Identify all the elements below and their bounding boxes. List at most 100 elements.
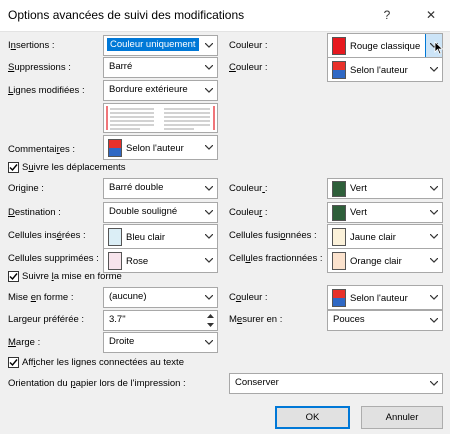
cellules-fusionnees-value: Jaune clair [350, 232, 396, 243]
color-swatch [332, 37, 346, 55]
mise-en-forme-value: (aucune) [109, 291, 147, 302]
insertions-color-dropdown[interactable]: Rouge classique [327, 33, 443, 58]
suppressions-dropdown[interactable]: Barré [103, 57, 218, 78]
help-icon[interactable]: ? [376, 5, 398, 25]
commentaires-value: Selon l'auteur [126, 143, 184, 154]
orientation-dropdown[interactable]: Conserver [229, 373, 443, 394]
cancel-button[interactable]: Annuler [361, 406, 443, 429]
chevron-down-icon [201, 58, 217, 77]
orientation-label: Orientation du papier lors de l'impressi… [8, 378, 186, 389]
lignes-dropdown[interactable]: Bordure extérieure [103, 80, 218, 101]
origine-label: Origine : [8, 183, 44, 194]
marge-value: Droite [109, 336, 135, 347]
destination-dropdown[interactable]: Double souligné [103, 202, 218, 223]
afficher-lignes-checkbox[interactable] [8, 357, 19, 368]
cellules-fractionnees-value: Orange clair [350, 256, 402, 267]
chevron-down-icon [426, 311, 442, 330]
close-icon[interactable]: ✕ [420, 5, 442, 25]
mise-en-forme-color-dropdown[interactable]: Selon l'auteur [327, 285, 443, 310]
cellules-inserees-label: Cellules insérées : [8, 230, 86, 241]
mise-en-forme-label: Mise en forme : [8, 292, 74, 303]
cellules-fusionnees-dropdown[interactable]: Jaune clair [327, 224, 443, 249]
insertions-color-label: Couleur : [229, 40, 268, 51]
cellules-inserees-value: Bleu clair [126, 232, 166, 243]
chevron-down-icon [201, 333, 217, 352]
color-swatch [332, 252, 346, 270]
commentaires-label: Commentaires : [8, 144, 76, 155]
chevron-down-icon [201, 288, 217, 307]
mise-en-forme-color-value: Selon l'auteur [350, 293, 408, 304]
cellules-supprimees-dropdown[interactable]: Rose [103, 248, 218, 273]
destination-color-dropdown[interactable]: Vert [327, 202, 443, 223]
insertions-label: Insertions : [8, 40, 55, 51]
mesurer-value: Pouces [333, 314, 365, 325]
color-swatch [108, 228, 122, 246]
ok-button[interactable]: OK [275, 406, 350, 429]
origine-value: Barré double [109, 182, 164, 193]
mesurer-dropdown[interactable]: Pouces [327, 310, 443, 331]
chevron-down-icon [201, 179, 217, 198]
chevron-down-icon [426, 374, 442, 393]
suppressions-value: Barré [109, 61, 133, 72]
insertions-value: Couleur uniquement [107, 38, 199, 51]
color-swatch [332, 205, 346, 221]
cellules-inserees-dropdown[interactable]: Bleu clair [103, 224, 218, 249]
color-swatch [332, 181, 346, 197]
chevron-down-icon [426, 58, 442, 81]
lignes-preview [103, 103, 218, 133]
chevron-down-icon [426, 249, 442, 272]
mesurer-label: Mesurer en : [229, 314, 283, 325]
marge-label: Marge : [8, 337, 41, 348]
chevron-down-icon [201, 203, 217, 222]
lignes-label: Lignes modifiées : [8, 85, 85, 96]
chevron-down-icon [426, 203, 442, 222]
suivre-mise-en-forme-checkbox[interactable] [8, 271, 19, 282]
mise-en-forme-dropdown[interactable]: (aucune) [103, 287, 218, 308]
cellules-fractionnees-dropdown[interactable]: Orange clair [327, 248, 443, 273]
destination-value: Double souligné [109, 206, 178, 217]
dialog-title: Options avancées de suivi des modificati… [8, 8, 245, 22]
chevron-down-icon [201, 36, 217, 55]
origine-dropdown[interactable]: Barré double [103, 178, 218, 199]
checkmark-icon [9, 359, 18, 367]
insertions-dropdown[interactable]: Couleur uniquement [103, 35, 218, 56]
destination-color-label: Couleur : [229, 207, 268, 218]
chevron-down-icon [426, 225, 442, 248]
color-swatch [108, 139, 122, 157]
suppressions-color-value: Selon l'auteur [350, 65, 408, 76]
marge-dropdown[interactable]: Droite [103, 332, 218, 353]
suivre-mise-en-forme-label[interactable]: Suivre la mise en forme [22, 271, 122, 282]
checkmark-icon [9, 273, 18, 281]
afficher-lignes-label[interactable]: Afficher les lignes connectées au texte [22, 357, 184, 368]
chevron-down-icon [201, 225, 217, 248]
color-swatch [108, 252, 122, 270]
color-swatch [332, 228, 346, 246]
spin-up-icon[interactable] [204, 312, 216, 320]
chevron-down-icon [426, 286, 442, 309]
suppressions-color-dropdown[interactable]: Selon l'auteur [327, 57, 443, 82]
mouse-cursor-icon [434, 41, 444, 58]
spin-down-icon[interactable] [204, 321, 216, 329]
suppressions-label: Suppressions : [8, 62, 71, 73]
color-swatch [332, 61, 346, 79]
largeur-value: 3.7" [109, 314, 126, 325]
destination-label: Destination : [8, 207, 61, 218]
color-swatch [332, 289, 346, 307]
origine-color-label: Couleur : [229, 183, 268, 194]
origine-color-value: Vert [350, 183, 367, 194]
largeur-spinner[interactable]: 3.7" [103, 310, 218, 331]
mise-en-forme-color-label: Couleur : [229, 292, 268, 303]
cellules-fractionnees-label: Cellules fractionnées : [229, 253, 323, 264]
insertions-color-value: Rouge classique [350, 41, 421, 52]
title-divider [0, 31, 450, 32]
commentaires-dropdown[interactable]: Selon l'auteur [103, 135, 218, 160]
cellules-supprimees-label: Cellules supprimées : [8, 253, 99, 264]
chevron-down-icon [201, 136, 217, 159]
largeur-label: Largeur préférée : [8, 314, 85, 325]
suivre-deplacements-label[interactable]: Suivre les déplacements [22, 162, 126, 173]
chevron-down-icon [426, 179, 442, 198]
chevron-down-icon [201, 81, 217, 100]
suivre-deplacements-checkbox[interactable] [8, 162, 19, 173]
origine-color-dropdown[interactable]: Vert [327, 178, 443, 199]
chevron-down-icon [201, 249, 217, 272]
